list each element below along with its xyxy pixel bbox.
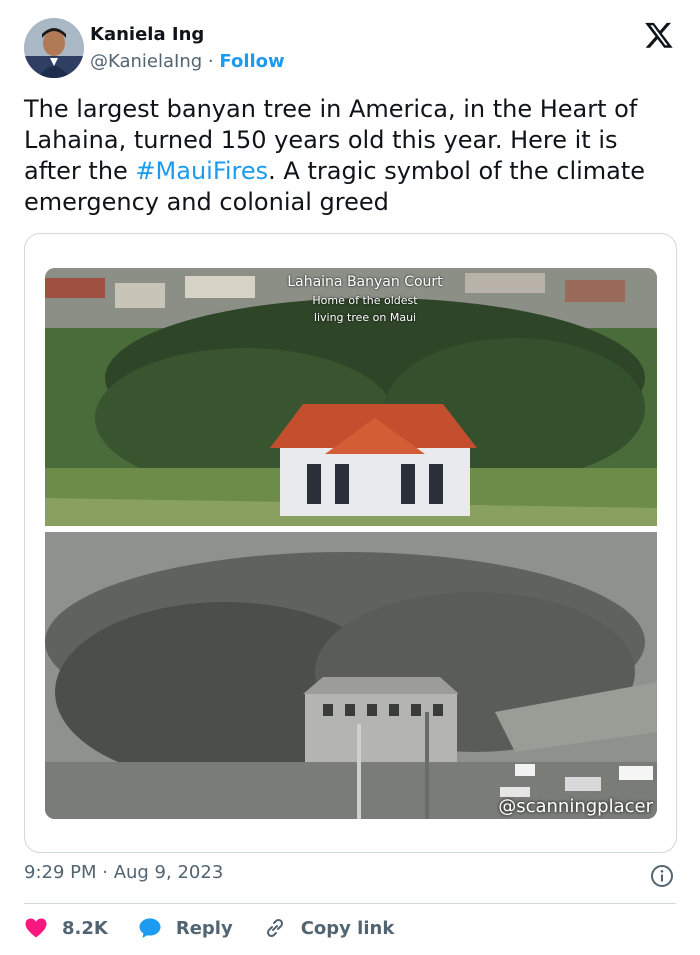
hashtag-link[interactable]: #MauiFires — [135, 157, 268, 185]
author-block: Kaniela Ing @KanielaIng · Follow — [90, 23, 285, 75]
photo-before-fire[interactable]: Lahaina Banyan Court Home of the oldest … — [45, 268, 657, 526]
tweet-actions: 8.2K Reply Copy link — [24, 914, 424, 942]
handle-separator: · — [207, 51, 214, 72]
copy-link-label: Copy link — [300, 917, 395, 939]
actions-divider — [24, 903, 676, 904]
follow-button[interactable]: Follow — [219, 51, 284, 72]
map-caption-line1: Home of the oldest — [312, 294, 418, 307]
photo-watermark: @scanningplacer — [498, 796, 653, 817]
tweet-text: The largest banyan tree in America, in t… — [24, 94, 679, 218]
avatar[interactable] — [24, 18, 84, 78]
link-icon — [266, 918, 283, 938]
map-caption-line2: living tree on Maui — [313, 311, 417, 324]
copy-link-button[interactable]: Copy link — [263, 916, 395, 940]
reply-label: Reply — [175, 917, 233, 939]
map-caption-title: Lahaina Banyan Court — [287, 274, 443, 290]
x-logo-icon[interactable] — [644, 20, 674, 50]
reply-button[interactable]: Reply — [138, 916, 233, 940]
like-count: 8.2K — [62, 917, 108, 939]
media-card[interactable]: Lahaina Banyan Court Home of the oldest … — [24, 233, 677, 853]
author-display-name[interactable]: Kaniela Ing — [90, 23, 285, 47]
info-icon[interactable] — [650, 864, 674, 888]
like-button[interactable]: 8.2K — [24, 916, 108, 940]
tweet-header: Kaniela Ing @KanielaIng · Follow — [24, 18, 676, 80]
tweet-timestamp[interactable]: 9:29 PM · Aug 9, 2023 — [24, 862, 223, 883]
author-handle[interactable]: @KanielaIng — [90, 51, 202, 72]
photo-after-fire[interactable]: @scanningplacer — [45, 532, 657, 819]
handle-row: @KanielaIng · Follow — [90, 49, 285, 75]
reply-bubble-icon — [139, 918, 161, 938]
heart-icon — [25, 918, 47, 938]
